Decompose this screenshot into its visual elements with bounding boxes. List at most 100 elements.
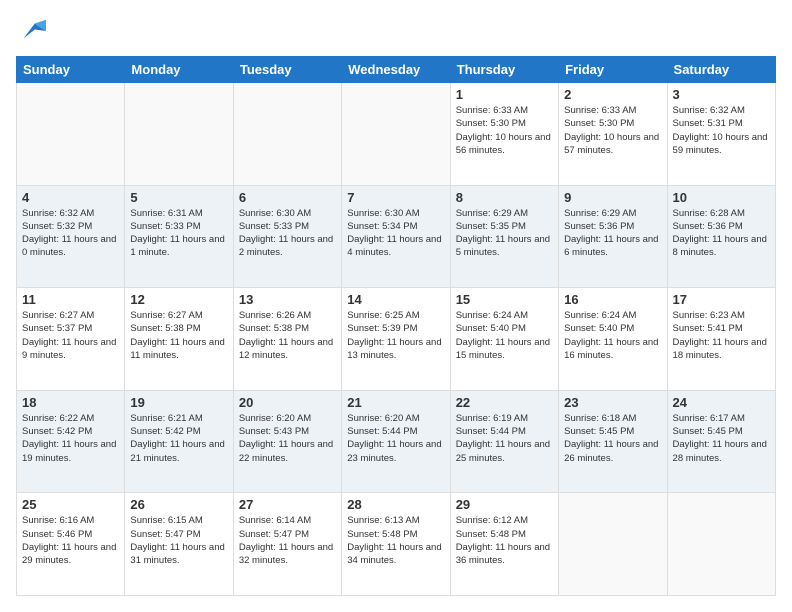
calendar-cell: 16 Sunrise: 6:24 AMSunset: 5:40 PMDayligh… [559,288,667,391]
day-info: Sunrise: 6:22 AMSunset: 5:42 PMDaylight:… [22,412,119,465]
day-number: 5 [130,190,227,205]
day-number: 3 [673,87,770,102]
calendar-cell: 21 Sunrise: 6:20 AMSunset: 5:44 PMDayligh… [342,390,450,493]
page: SundayMondayTuesdayWednesdayThursdayFrid… [0,0,792,612]
day-info: Sunrise: 6:27 AMSunset: 5:38 PMDaylight:… [130,309,227,362]
calendar-cell: 26 Sunrise: 6:15 AMSunset: 5:47 PMDayligh… [125,493,233,596]
day-info: Sunrise: 6:24 AMSunset: 5:40 PMDaylight:… [456,309,553,362]
day-info: Sunrise: 6:20 AMSunset: 5:44 PMDaylight:… [347,412,444,465]
day-of-week-header: Thursday [450,57,558,83]
day-info: Sunrise: 6:18 AMSunset: 5:45 PMDaylight:… [564,412,661,465]
day-info: Sunrise: 6:29 AMSunset: 5:36 PMDaylight:… [564,207,661,260]
calendar-cell: 15 Sunrise: 6:24 AMSunset: 5:40 PMDayligh… [450,288,558,391]
calendar-cell: 2 Sunrise: 6:33 AMSunset: 5:30 PMDaylight… [559,83,667,186]
day-info: Sunrise: 6:33 AMSunset: 5:30 PMDaylight:… [456,104,553,157]
day-of-week-header: Monday [125,57,233,83]
calendar-cell: 23 Sunrise: 6:18 AMSunset: 5:45 PMDayligh… [559,390,667,493]
day-info: Sunrise: 6:24 AMSunset: 5:40 PMDaylight:… [564,309,661,362]
calendar-table: SundayMondayTuesdayWednesdayThursdayFrid… [16,56,776,596]
day-info: Sunrise: 6:31 AMSunset: 5:33 PMDaylight:… [130,207,227,260]
day-number: 8 [456,190,553,205]
day-info: Sunrise: 6:19 AMSunset: 5:44 PMDaylight:… [456,412,553,465]
day-number: 1 [456,87,553,102]
day-info: Sunrise: 6:20 AMSunset: 5:43 PMDaylight:… [239,412,336,465]
day-info: Sunrise: 6:12 AMSunset: 5:48 PMDaylight:… [456,514,553,567]
day-info: Sunrise: 6:17 AMSunset: 5:45 PMDaylight:… [673,412,770,465]
day-number: 11 [22,292,119,307]
day-number: 23 [564,395,661,410]
calendar-cell: 24 Sunrise: 6:17 AMSunset: 5:45 PMDayligh… [667,390,775,493]
calendar-cell: 19 Sunrise: 6:21 AMSunset: 5:42 PMDayligh… [125,390,233,493]
calendar-cell: 10 Sunrise: 6:28 AMSunset: 5:36 PMDayligh… [667,185,775,288]
calendar-cell: 5 Sunrise: 6:31 AMSunset: 5:33 PMDaylight… [125,185,233,288]
day-info: Sunrise: 6:26 AMSunset: 5:38 PMDaylight:… [239,309,336,362]
calendar-cell: 18 Sunrise: 6:22 AMSunset: 5:42 PMDayligh… [17,390,125,493]
day-info: Sunrise: 6:21 AMSunset: 5:42 PMDaylight:… [130,412,227,465]
day-number: 27 [239,497,336,512]
calendar-cell: 3 Sunrise: 6:32 AMSunset: 5:31 PMDaylight… [667,83,775,186]
day-info: Sunrise: 6:25 AMSunset: 5:39 PMDaylight:… [347,309,444,362]
day-info: Sunrise: 6:32 AMSunset: 5:31 PMDaylight:… [673,104,770,157]
calendar-cell: 17 Sunrise: 6:23 AMSunset: 5:41 PMDayligh… [667,288,775,391]
calendar-cell [17,83,125,186]
day-info: Sunrise: 6:28 AMSunset: 5:36 PMDaylight:… [673,207,770,260]
day-number: 25 [22,497,119,512]
day-number: 14 [347,292,444,307]
day-number: 21 [347,395,444,410]
day-number: 2 [564,87,661,102]
calendar-cell: 13 Sunrise: 6:26 AMSunset: 5:38 PMDayligh… [233,288,341,391]
calendar-cell: 6 Sunrise: 6:30 AMSunset: 5:33 PMDaylight… [233,185,341,288]
day-info: Sunrise: 6:27 AMSunset: 5:37 PMDaylight:… [22,309,119,362]
calendar-cell: 8 Sunrise: 6:29 AMSunset: 5:35 PMDaylight… [450,185,558,288]
day-info: Sunrise: 6:30 AMSunset: 5:34 PMDaylight:… [347,207,444,260]
calendar-cell [125,83,233,186]
day-info: Sunrise: 6:13 AMSunset: 5:48 PMDaylight:… [347,514,444,567]
day-info: Sunrise: 6:32 AMSunset: 5:32 PMDaylight:… [22,207,119,260]
calendar-cell: 28Sunrise: 6:13 AMSunset: 5:48 PMDayligh… [342,493,450,596]
day-of-week-header: Tuesday [233,57,341,83]
day-number: 15 [456,292,553,307]
day-of-week-header: Friday [559,57,667,83]
calendar-cell [667,493,775,596]
day-number: 9 [564,190,661,205]
day-number: 12 [130,292,227,307]
calendar-cell [559,493,667,596]
day-info: Sunrise: 6:30 AMSunset: 5:33 PMDaylight:… [239,207,336,260]
calendar-cell: 1 Sunrise: 6:33 AMSunset: 5:30 PMDaylight… [450,83,558,186]
day-number: 19 [130,395,227,410]
calendar-cell: 7 Sunrise: 6:30 AMSunset: 5:34 PMDaylight… [342,185,450,288]
day-number: 22 [456,395,553,410]
day-info: Sunrise: 6:16 AMSunset: 5:46 PMDaylight:… [22,514,119,567]
day-of-week-header: Saturday [667,57,775,83]
calendar-cell: 4 Sunrise: 6:32 AMSunset: 5:32 PMDaylight… [17,185,125,288]
day-number: 24 [673,395,770,410]
day-info: Sunrise: 6:33 AMSunset: 5:30 PMDaylight:… [564,104,661,157]
day-number: 29 [456,497,553,512]
day-info: Sunrise: 6:23 AMSunset: 5:41 PMDaylight:… [673,309,770,362]
day-info: Sunrise: 6:14 AMSunset: 5:47 PMDaylight:… [239,514,336,567]
calendar-cell: 29 Sunrise: 6:12 AMSunset: 5:48 PMDayligh… [450,493,558,596]
day-of-week-header: Sunday [17,57,125,83]
day-of-week-header: Wednesday [342,57,450,83]
calendar-cell: 27 Sunrise: 6:14 AMSunset: 5:47 PMDayligh… [233,493,341,596]
day-number: 7 [347,190,444,205]
day-number: 18 [22,395,119,410]
calendar-cell [342,83,450,186]
day-number: 26 [130,497,227,512]
header [16,16,776,46]
day-number: 10 [673,190,770,205]
day-info: Sunrise: 6:15 AMSunset: 5:47 PMDaylight:… [130,514,227,567]
day-number: 6 [239,190,336,205]
calendar-cell: 22 Sunrise: 6:19 AMSunset: 5:44 PMDayligh… [450,390,558,493]
calendar-cell: 12 Sunrise: 6:27 AMSunset: 5:38 PMDayligh… [125,288,233,391]
day-info: Sunrise: 6:29 AMSunset: 5:35 PMDaylight:… [456,207,553,260]
day-number: 13 [239,292,336,307]
calendar-cell: 11 Sunrise: 6:27 AMSunset: 5:37 PMDayligh… [17,288,125,391]
day-number: 20 [239,395,336,410]
calendar-cell: 25 Sunrise: 6:16 AMSunset: 5:46 PMDayligh… [17,493,125,596]
day-number: 16 [564,292,661,307]
calendar-cell: 9 Sunrise: 6:29 AMSunset: 5:36 PMDaylight… [559,185,667,288]
day-number: 17 [673,292,770,307]
day-number: 4 [22,190,119,205]
calendar-cell: 20 Sunrise: 6:20 AMSunset: 5:43 PMDayligh… [233,390,341,493]
